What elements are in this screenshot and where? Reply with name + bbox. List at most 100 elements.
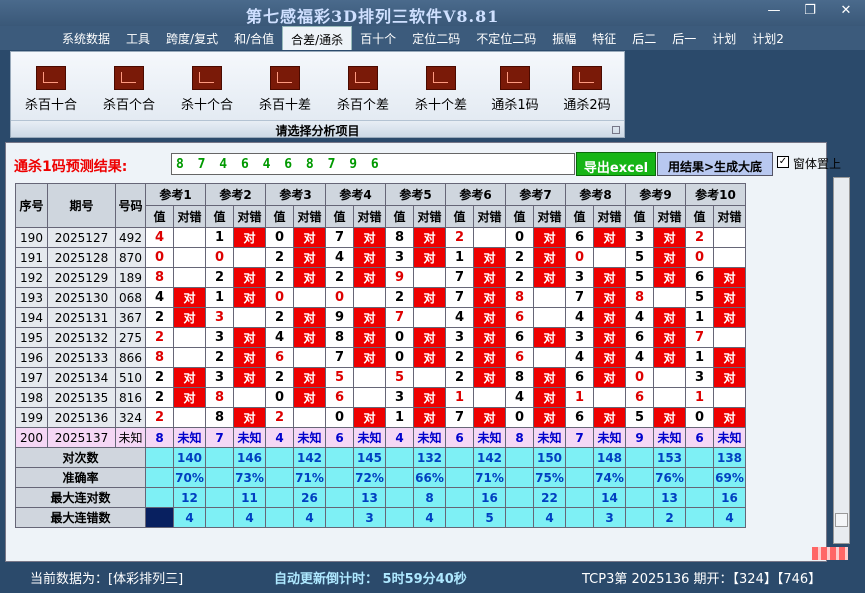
check-cell: 对	[413, 227, 446, 248]
size-grip[interactable]	[812, 547, 848, 560]
check-cell: 对	[173, 307, 206, 328]
value-cell: 1	[565, 387, 594, 408]
check-cell: 对	[413, 287, 446, 308]
value-cell: 2	[265, 367, 294, 388]
stats-blank-cell	[445, 487, 474, 508]
seq-cell: 193	[15, 287, 48, 308]
table-row[interactable]: 197 2025134 510 2 对 3 对 2 对 5 5 2 对 8 对 6 对 0 3 对	[15, 367, 746, 388]
menu-item[interactable]: 工具	[118, 26, 158, 50]
menu-item[interactable]: 振幅	[544, 26, 584, 50]
results-table: 序号 期号 号码 参考1 参考2 参考3 参考4 参考5 参考6 参考7 参考8 参考9 参考10 值对错…	[15, 183, 746, 528]
export-excel-button[interactable]: 导出excel	[576, 152, 656, 176]
check-cell: 对	[473, 367, 506, 388]
value-cell: 7	[445, 287, 474, 308]
chart-icon	[500, 66, 530, 90]
value-cell: 3	[205, 367, 234, 388]
stats-value-cell: 148	[593, 447, 626, 468]
table-row[interactable]: 198 2025135 816 2 对 8 0 对 6 3 对 1 4 对 1 6 1	[15, 387, 746, 408]
ribbon-button[interactable]: 杀十个差	[411, 66, 471, 113]
table-row[interactable]: 192 2025129 189 8 2 对 2 对 2 对 9 7 对 2 对 3 对 5 对 6 对	[15, 267, 746, 288]
menu-item[interactable]: 计划	[704, 26, 744, 50]
menu-item[interactable]: 百十个	[352, 26, 404, 50]
menu-item[interactable]: 后一	[664, 26, 704, 50]
ref-header: 参考4	[325, 183, 386, 206]
pin-window-checkbox[interactable]: ✓	[777, 156, 789, 168]
menu-item[interactable]: 不定位二码	[468, 26, 544, 50]
pin-window-label: 窗体置上	[793, 157, 842, 171]
ribbon-button[interactable]: 通杀1码	[485, 66, 545, 113]
value-subheader: 值	[385, 205, 414, 228]
ribbon-expand-icon[interactable]	[612, 126, 620, 134]
number-cell: 492	[115, 227, 146, 248]
value-cell: 6	[565, 227, 594, 248]
menu-item[interactable]: 特征	[584, 26, 624, 50]
maximize-button[interactable]: ❐	[799, 3, 821, 18]
table-row[interactable]: 199 2025136 324 2 8 对 2 0 对 1 对 7 对 0 对 6 对 5 对 0 对	[15, 407, 746, 428]
value-cell: 5	[325, 367, 354, 388]
menu-item[interactable]: 和/合值	[226, 26, 282, 50]
value-cell: 4	[325, 247, 354, 268]
value-cell: 0	[505, 227, 534, 248]
table-row[interactable]: 194 2025131 367 2 对 3 2 对 9 对 7 4 对 6 4 对 4 对 1 对	[15, 307, 746, 328]
value-cell: 6	[325, 387, 354, 408]
generate-base-button[interactable]: 用结果>生成大底	[657, 152, 773, 176]
check-cell	[413, 367, 446, 388]
ribbon-button[interactable]: 杀百个差	[333, 66, 393, 113]
result-field[interactable]: 8 7 4 6 4 6 8 7 9 6	[171, 153, 575, 175]
check-subheader: 对错	[173, 205, 206, 228]
predicted-check-cell: 未知	[653, 427, 686, 448]
period-cell: 2025131	[47, 307, 116, 328]
check-cell: 对	[713, 367, 746, 388]
value-cell: 0	[385, 347, 414, 368]
menu-item[interactable]: 合差/通杀	[282, 26, 353, 50]
value-subheader: 值	[325, 205, 354, 228]
value-cell: 4	[565, 307, 594, 328]
check-cell: 对	[413, 347, 446, 368]
prediction-row[interactable]: 200 2025137 未知 8 未知 7 未知 4 未知 6 未知 4 未知 6 未知 8 未知 7 未知 9 未知 6…	[15, 427, 746, 448]
ribbon-button[interactable]: 杀十个合	[177, 66, 237, 113]
value-cell: 2	[265, 407, 294, 428]
stats-value-cell: 71%	[473, 467, 506, 488]
check-cell	[353, 387, 386, 408]
ref-header: 参考5	[385, 183, 446, 206]
check-cell	[413, 307, 446, 328]
stats-blank-cell	[385, 487, 414, 508]
check-cell	[413, 267, 446, 288]
check-cell: 对	[533, 327, 566, 348]
ribbon-button[interactable]: 杀百十差	[255, 66, 315, 113]
value-cell: 2	[505, 267, 534, 288]
table-row[interactable]: 196 2025133 866 8 2 对 6 7 对 0 对 2 对 6 4 对 4 对 1 对	[15, 347, 746, 368]
value-cell: 2	[145, 327, 174, 348]
stats-value-cell: 132	[413, 447, 446, 468]
close-button[interactable]: ✕	[835, 3, 857, 18]
menu-item[interactable]: 定位二码	[404, 26, 468, 50]
check-cell: 对	[233, 287, 266, 308]
stats-blank-cell	[385, 467, 414, 488]
table-row[interactable]: 190 2025127 492 4 1 对 0 对 7 对 8 对 2 0 对 6 对 3 对 2	[15, 227, 746, 248]
seq-cell: 198	[15, 387, 48, 408]
ref-header: 参考2	[205, 183, 266, 206]
ribbon-button[interactable]: 通杀2码	[557, 66, 617, 113]
table-row[interactable]: 191 2025128 870 0 0 2 对 4 对 3 对 1 对 2 对 0 5 对 0	[15, 247, 746, 268]
vertical-scrollbar[interactable]	[833, 177, 850, 544]
stats-value-cell: 13	[353, 487, 386, 508]
value-cell: 0	[205, 247, 234, 268]
menu-item[interactable]: 计划2	[744, 26, 792, 50]
check-cell: 对	[473, 347, 506, 368]
check-subheader: 对错	[233, 205, 266, 228]
stats-value-cell: 22	[533, 487, 566, 508]
ribbon-button[interactable]: 杀百十合	[21, 66, 81, 113]
ribbon-button[interactable]: 杀百个合	[99, 66, 159, 113]
number-cell: 866	[115, 347, 146, 368]
menu-item[interactable]: 系统数据	[54, 26, 118, 50]
menu-item[interactable]: 跨度/复式	[158, 26, 226, 50]
value-cell: 7	[325, 347, 354, 368]
menu-item[interactable]: 后二	[624, 26, 664, 50]
scrollbar-thumb[interactable]	[835, 513, 848, 527]
number-cell: 870	[115, 247, 146, 268]
minimize-button[interactable]: —	[763, 3, 785, 18]
chart-icon	[36, 66, 66, 90]
table-row[interactable]: 195 2025132 275 2 3 对 4 对 8 对 0 对 3 对 6 对 3 对 6 对 7	[15, 327, 746, 348]
column-header: 号码	[115, 183, 146, 228]
table-row[interactable]: 193 2025130 068 4 对 1 对 0 0 2 对 7 对 8 7 对 8 5 对	[15, 287, 746, 308]
